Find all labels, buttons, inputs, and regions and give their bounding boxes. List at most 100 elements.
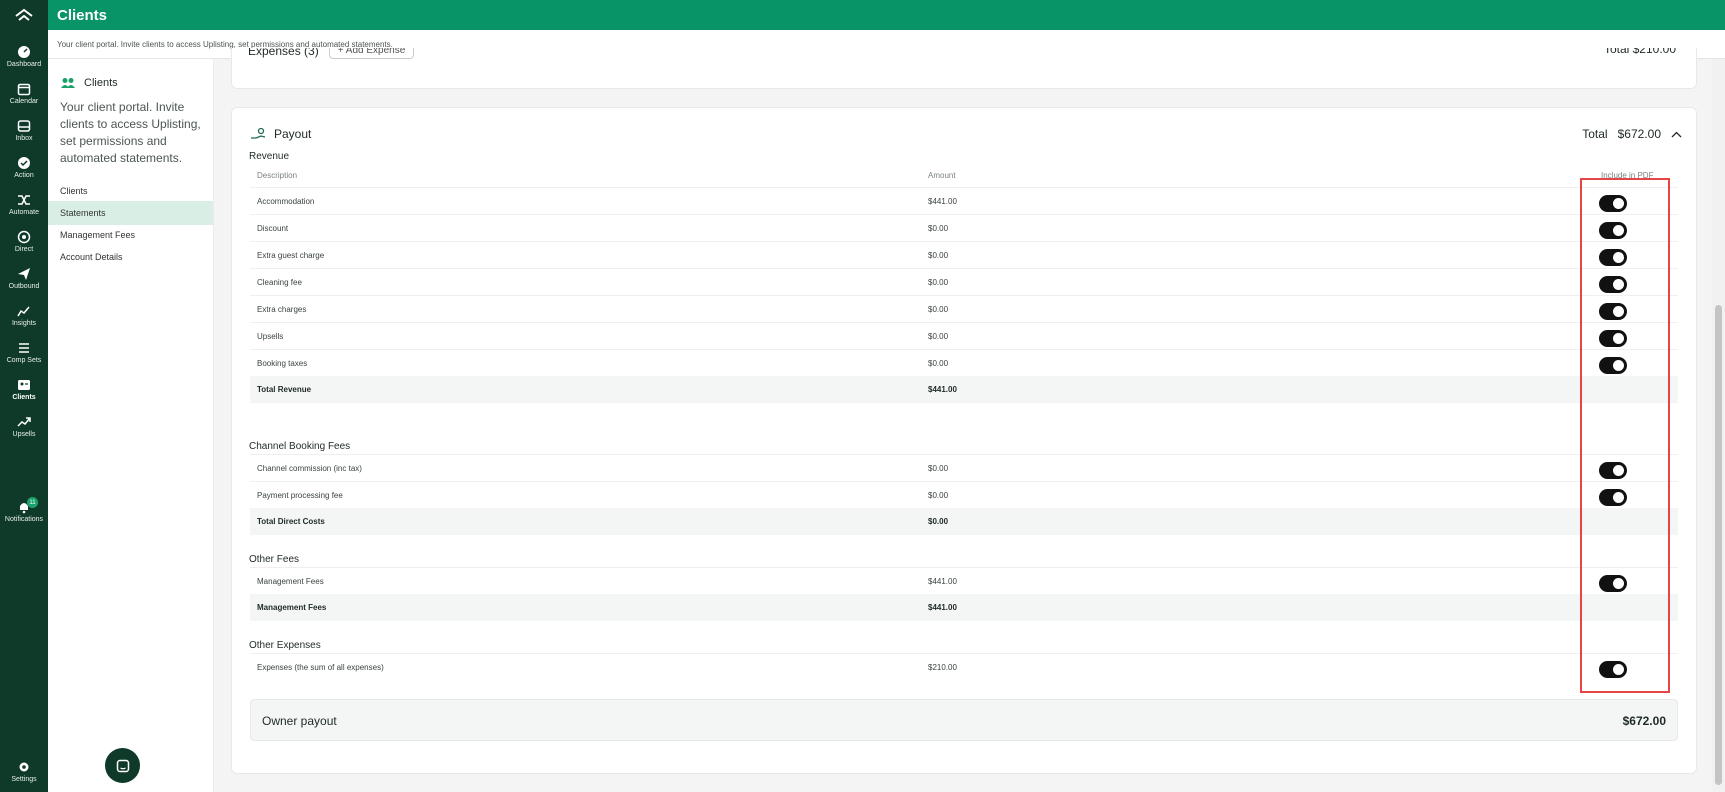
- sidebar-link-statements[interactable]: Statements: [48, 201, 213, 225]
- include-pdf-toggle[interactable]: [1599, 222, 1627, 239]
- total-row: Total Direct Costs $0.00: [250, 508, 1678, 535]
- chat-launcher-button[interactable]: [105, 748, 140, 783]
- nav-label: Comp Sets: [6, 357, 42, 364]
- nav-label: Calendar: [9, 98, 39, 105]
- list-icon: [19, 343, 29, 353]
- nav-label: Notifications: [4, 516, 44, 523]
- top-header: Clients: [48, 0, 1725, 30]
- nav-label: Action: [14, 172, 34, 179]
- payout-total[interactable]: Total $672.00: [1582, 127, 1682, 141]
- total-amount: $0.00: [928, 517, 949, 526]
- expenses-header: Expenses (3) + Add Expense: [248, 48, 415, 59]
- nav-insights[interactable]: Insights: [0, 304, 48, 327]
- row-description: Booking taxes: [257, 359, 308, 368]
- include-pdf-toggle[interactable]: [1599, 195, 1627, 212]
- section-title-other-fees: Other Fees: [249, 554, 300, 565]
- scrollbar-thumb[interactable]: [1715, 305, 1722, 785]
- sidebar-link-management-fees[interactable]: Management Fees: [48, 223, 213, 247]
- nav-calendar[interactable]: Calendar: [0, 82, 48, 105]
- clients-sidebar: Clients Your client portal. Invite clien…: [48, 59, 214, 792]
- include-pdf-toggle[interactable]: [1599, 575, 1627, 592]
- expenses-total: Total $210.00: [1603, 48, 1676, 56]
- payout-total-label: Total: [1582, 127, 1608, 141]
- total-description: Management Fees: [257, 603, 327, 612]
- notification-badge: 11: [27, 497, 38, 508]
- table-row: Discount $0.00: [250, 214, 1678, 241]
- include-pdf-toggle[interactable]: [1599, 661, 1627, 678]
- table-row: Booking taxes $0.00: [250, 349, 1678, 376]
- nav-clients[interactable]: Clients: [0, 378, 48, 401]
- nav-label: Upsells: [12, 431, 36, 438]
- page-scrollbar[interactable]: [1712, 59, 1725, 792]
- nav-outbound[interactable]: Outbound: [0, 267, 48, 290]
- row-description: Management Fees: [257, 577, 324, 586]
- include-pdf-toggle[interactable]: [1599, 489, 1627, 506]
- payout-header: Payout: [250, 127, 311, 141]
- row-description: Extra guest charge: [257, 251, 325, 260]
- total-description: Total Revenue: [257, 385, 312, 394]
- nav-label: Dashboard: [6, 61, 42, 68]
- nav-label: Settings: [11, 776, 37, 783]
- nav-direct[interactable]: Direct: [0, 230, 48, 253]
- table-row: Cleaning fee $0.00: [250, 268, 1678, 295]
- nav-inbox[interactable]: Inbox: [0, 119, 48, 142]
- nav-label: Direct: [14, 246, 34, 253]
- uplisting-logo-icon[interactable]: [0, 0, 48, 30]
- table-row: Payment processing fee $0.00: [250, 481, 1678, 508]
- include-pdf-toggle[interactable]: [1599, 249, 1627, 266]
- gear-icon: [19, 762, 29, 772]
- row-description: Accommodation: [257, 197, 315, 206]
- table-row: Accommodation $441.00: [250, 187, 1678, 214]
- table-row: Upsells $0.00: [250, 322, 1678, 349]
- expenses-title: Expenses (3): [248, 48, 319, 58]
- owner-payout-label: Owner payout: [262, 714, 337, 728]
- page-title: Clients: [57, 6, 108, 24]
- nav-dashboard[interactable]: Dashboard: [0, 45, 48, 68]
- row-description: Payment processing fee: [257, 491, 343, 500]
- row-amount: $0.00: [928, 305, 949, 314]
- table-row: Management Fees $441.00: [250, 567, 1678, 594]
- row-description: Channel commission (inc tax): [257, 464, 362, 473]
- calendar-icon: [17, 83, 31, 96]
- add-expense-button[interactable]: + Add Expense: [328, 48, 415, 59]
- sidebar-header: Clients: [60, 77, 118, 89]
- nav-label: Automate: [9, 209, 39, 216]
- include-pdf-toggle[interactable]: [1599, 276, 1627, 293]
- nav-label: Outbound: [8, 283, 40, 290]
- shuffle-icon: [18, 195, 30, 205]
- chevron-up-icon[interactable]: [1671, 131, 1682, 138]
- row-amount: $0.00: [928, 491, 949, 500]
- include-pdf-toggle[interactable]: [1599, 357, 1627, 374]
- sidebar-link-account-details[interactable]: Account Details: [48, 245, 213, 269]
- row-amount: $441.00: [928, 197, 957, 206]
- nav-action[interactable]: Action: [0, 156, 48, 179]
- nav-automate[interactable]: Automate: [0, 193, 48, 216]
- check-circle-icon: [18, 157, 30, 169]
- include-pdf-toggle[interactable]: [1599, 330, 1627, 347]
- include-pdf-toggle[interactable]: [1599, 303, 1627, 320]
- nav-comp-sets[interactable]: Comp Sets: [0, 341, 48, 364]
- sidebar-link-clients[interactable]: Clients: [48, 179, 213, 203]
- nav-notifications[interactable]: 11 Notifications: [0, 497, 48, 523]
- row-amount: $0.00: [928, 224, 949, 233]
- payout-title: Payout: [274, 127, 312, 141]
- nav-upsells[interactable]: Upsells: [0, 415, 48, 438]
- table-row: Expenses (the sum of all expenses) $210.0…: [250, 653, 1678, 680]
- money-hand-icon: [251, 127, 266, 139]
- section-title-revenue: Revenue: [249, 151, 290, 162]
- row-amount: $0.00: [928, 332, 949, 341]
- include-pdf-toggle[interactable]: [1599, 462, 1627, 479]
- nav-settings[interactable]: Settings: [0, 760, 48, 783]
- total-row: Total Revenue $441.00: [250, 376, 1678, 403]
- payout-total-value: $672.00: [1617, 127, 1661, 141]
- nav-label: Insights: [11, 320, 37, 327]
- owner-payout-value: $672.00: [1622, 714, 1666, 728]
- row-amount: $0.00: [928, 251, 949, 260]
- owner-payout-row: Owner payout $672.00: [250, 699, 1678, 741]
- total-row: Management Fees $441.00: [250, 594, 1678, 621]
- row-description: Extra charges: [257, 305, 307, 314]
- row-amount: $210.00: [928, 663, 957, 672]
- section-title-channel-fees: Channel Booking Fees: [249, 441, 351, 452]
- nav-rail: Dashboard Calendar Inbox Action Automate…: [0, 0, 48, 792]
- row-amount: $441.00: [928, 577, 957, 586]
